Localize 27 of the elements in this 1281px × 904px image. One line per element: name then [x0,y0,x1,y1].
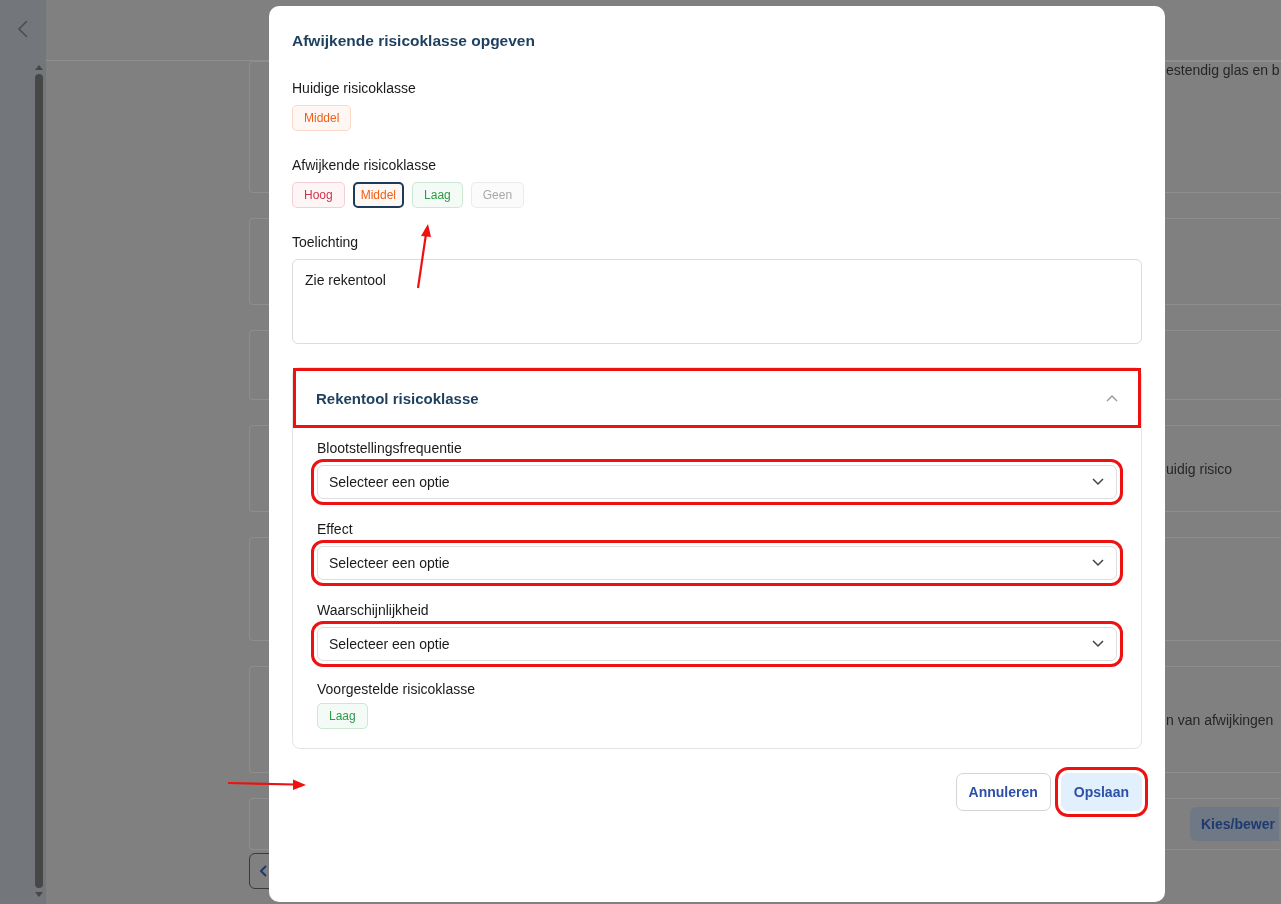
risk-option[interactable]: Laag [412,182,463,208]
risk-badge: Middel [292,105,352,131]
explanation-field[interactable]: Zie rekentool [292,259,1142,344]
dialog-title: Afwijkende risicoklasse opgeven [292,32,536,50]
chevron-left-icon [260,865,268,877]
field-label: Huidige risicoklasse [292,80,416,96]
cancel-button[interactable]: Annuleren [955,773,1051,811]
field-label: Blootstellingsfrequentie [317,440,463,456]
risk-option[interactable]: Hoog [292,182,345,208]
risk-badge: Laag [317,703,368,729]
field-label: Voorgestelde risicoklasse [317,681,476,697]
chevron-icon [1106,394,1118,402]
field-label: Toelichting [292,234,360,250]
scroll-up-icon[interactable] [34,64,44,70]
back-chevron-icon[interactable] [17,20,29,38]
scroll-down-icon[interactable] [34,892,44,898]
scrollbar[interactable] [34,64,44,898]
row-text: n van afwijkingen [1166,711,1274,728]
chevron-down-icon [1092,640,1104,648]
row-text: estendig glas en b [1166,62,1280,78]
field-label: Afwijkende risicoklasse [292,157,436,173]
accordion-header[interactable]: Rekentool risicoklasse [296,371,1138,425]
chevron-down-icon [1092,478,1104,486]
field-label: Waarschijnlijkheid [317,602,430,618]
field-label: Effect [317,521,354,537]
row-text: uidig risico [1166,460,1233,477]
chevron-down-icon [1092,559,1104,567]
